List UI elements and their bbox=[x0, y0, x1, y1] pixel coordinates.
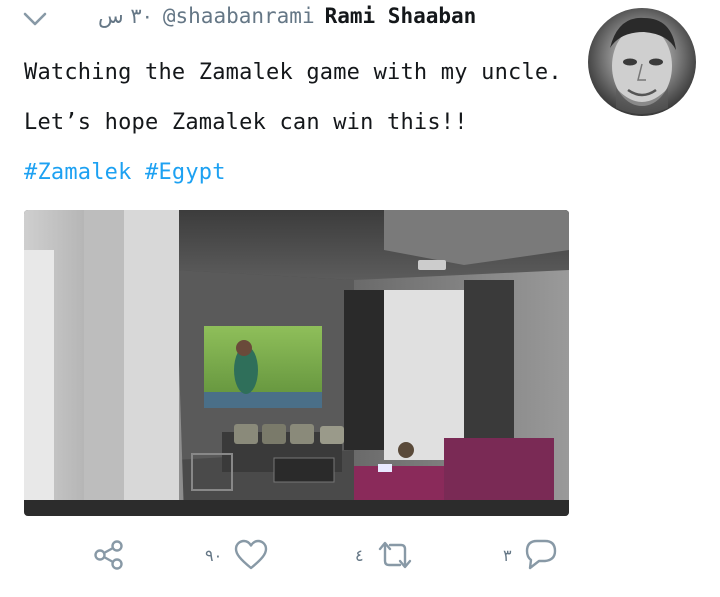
retweet-count: ٤ bbox=[355, 545, 364, 565]
avatar[interactable] bbox=[588, 8, 696, 116]
reply-count: ٣ bbox=[503, 545, 512, 565]
retweet-icon bbox=[378, 541, 411, 569]
tweet-timestamp: ٣٠ س bbox=[98, 4, 153, 28]
tweet-header: ٣٠ س @shaabanrami Rami Shaaban bbox=[98, 4, 476, 32]
tweet-text: Watching the Zamalek game with my uncle.… bbox=[24, 48, 564, 198]
tweet-photo[interactable] bbox=[24, 210, 569, 516]
like-button[interactable]: ٩٠ bbox=[205, 530, 268, 580]
retweet-button[interactable]: ٤ bbox=[355, 530, 414, 580]
reply-icon bbox=[525, 539, 556, 570]
hashtag-egypt[interactable]: #Egypt bbox=[145, 160, 226, 185]
user-handle[interactable]: @shaabanrami bbox=[163, 4, 315, 28]
share-button[interactable] bbox=[92, 530, 126, 580]
like-count: ٩٠ bbox=[205, 545, 223, 565]
hashtag-zamalek[interactable]: #Zamalek bbox=[24, 160, 132, 185]
chevron-down-icon[interactable] bbox=[22, 10, 48, 28]
heart-icon bbox=[234, 539, 268, 570]
share-icon bbox=[94, 540, 123, 570]
tweet-body: Watching the Zamalek game with my uncle.… bbox=[24, 60, 562, 135]
tweet-actions: ٩٠ ٤ ٣ bbox=[0, 530, 720, 580]
reply-button[interactable]: ٣ bbox=[503, 530, 558, 580]
user-display-name[interactable]: Rami Shaaban bbox=[325, 4, 477, 28]
